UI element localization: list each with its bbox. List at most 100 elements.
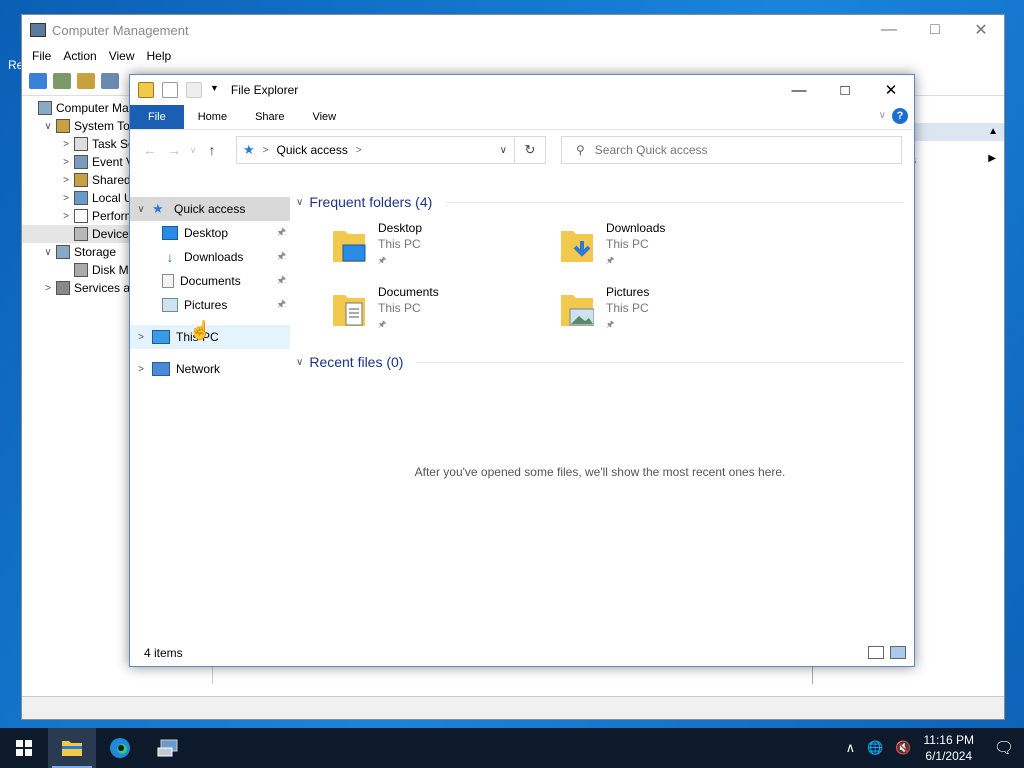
clock[interactable]: 11:16 PM 6/1/2024 [924, 732, 974, 764]
clock-time: 11:16 PM [923, 733, 974, 747]
fe-close-button[interactable]: ✕ [868, 75, 914, 105]
taskbar-edge[interactable] [96, 728, 144, 768]
tree-expand-chevron-icon[interactable]: > [60, 211, 72, 222]
nav-quick-access[interactable]: ∨ ★ Quick access [130, 197, 290, 221]
network-globe-icon[interactable]: 🌐 [867, 740, 883, 756]
tree-expand-chevron-icon[interactable]: > [60, 139, 72, 150]
expand-right-icon[interactable]: ▶ [988, 153, 996, 164]
address-dropdown-icon[interactable]: ∨ [500, 145, 507, 156]
quick-access-star-icon: ★ [243, 142, 255, 157]
taskbar-file-explorer[interactable] [48, 728, 96, 768]
nav-desktop-label: Desktop [184, 226, 229, 240]
up-button[interactable]: ↑ [200, 142, 224, 158]
folder-tile-documents[interactable]: Documents This PC 🖈 [292, 285, 492, 341]
tree-expand-chevron-icon[interactable]: > [60, 193, 72, 204]
cm-close-button[interactable]: ✕ [958, 15, 1004, 45]
file-explorer-window[interactable]: ▼ File Explorer — □ ✕ File Home Share Vi… [129, 74, 915, 667]
fe-minimize-button[interactable]: — [776, 75, 822, 105]
expand-chevron-icon[interactable]: ∨ [130, 204, 152, 215]
recent-locations-chevron-icon[interactable]: ∨ [186, 146, 200, 155]
customize-toolbar-chevron-icon[interactable]: ▼ [210, 83, 219, 97]
tab-view[interactable]: View [298, 105, 350, 129]
nav-quick-access-label: Quick access [174, 202, 246, 216]
fe-maximize-button[interactable]: □ [822, 75, 868, 105]
tab-file[interactable]: File [130, 105, 184, 129]
breadcrumb-chevron-icon[interactable]: > [263, 145, 269, 156]
back-arrow-icon[interactable] [29, 73, 47, 89]
pin-icon: 🖈 [276, 250, 286, 262]
tab-share[interactable]: Share [241, 105, 298, 129]
tree-expand-chevron-icon[interactable]: ∨ [42, 247, 54, 258]
help-icon[interactable]: ? [892, 108, 908, 124]
collapse-up-icon[interactable]: ▲ [988, 126, 998, 137]
nav-pinned-desktop[interactable]: Desktop 🖈 [130, 221, 290, 245]
tree-node-icon [74, 191, 88, 205]
nav-pinned-documents[interactable]: Documents 🖈 [130, 269, 290, 293]
nav-network-label: Network [176, 362, 221, 376]
cm-menu-help[interactable]: Help [141, 49, 178, 63]
expand-chevron-icon[interactable]: > [130, 364, 152, 375]
tree-expand-chevron-icon[interactable]: > [42, 283, 54, 294]
search-input[interactable] [592, 142, 877, 158]
cm-maximize-button[interactable]: □ [912, 15, 958, 45]
frequent-folders-header[interactable]: ∨ Frequent folders (4) [296, 191, 908, 213]
tree-expand-chevron-icon[interactable]: > [60, 157, 72, 168]
file-explorer-icon[interactable] [138, 82, 154, 98]
cm-minimize-button[interactable]: — [866, 15, 912, 45]
refresh-button[interactable]: ↻ [514, 137, 545, 163]
item-count: 4 items [144, 646, 183, 660]
recent-files-title: Recent files (0) [309, 354, 404, 370]
collapse-chevron-icon[interactable]: ∨ [296, 197, 303, 208]
cm-menu-action[interactable]: Action [57, 49, 102, 63]
tree-expand-chevron-icon[interactable]: ∨ [42, 121, 54, 132]
search-box[interactable]: ⚲ [561, 136, 902, 164]
tree-expand-chevron-icon[interactable]: > [60, 175, 72, 186]
nav-pinned-downloads[interactable]: ↓ Downloads 🖈 [130, 245, 290, 269]
show-hide-tree-icon[interactable] [101, 73, 119, 89]
pictures-icon [162, 298, 178, 312]
documents-folder-icon [333, 295, 365, 326]
address-bar[interactable]: ★ > Quick access > ∨ ↻ [236, 136, 546, 164]
new-folder-icon[interactable] [186, 82, 202, 98]
edge-browser-icon [110, 738, 130, 758]
pin-icon: 🖈 [606, 255, 615, 265]
folder-tile-pictures[interactable]: Pictures This PC 🖈 [520, 285, 720, 341]
fe-title-bar[interactable]: ▼ File Explorer — □ ✕ [130, 75, 914, 105]
recent-files-header[interactable]: ∨ Recent files (0) [296, 351, 908, 373]
cm-menu-view[interactable]: View [103, 49, 141, 63]
forward-button[interactable]: → [162, 142, 186, 158]
folder-location: This PC [606, 237, 649, 251]
expand-chevron-icon[interactable]: > [130, 332, 152, 343]
tree-node-icon [74, 227, 88, 241]
tab-home[interactable]: Home [184, 105, 241, 129]
nav-network[interactable]: > Network [130, 357, 290, 381]
properties-icon[interactable] [162, 82, 178, 98]
start-button[interactable] [0, 728, 48, 768]
folder-tile-downloads[interactable]: Downloads This PC 🖈 [520, 221, 720, 277]
breadcrumb-quick-access[interactable]: Quick access [277, 143, 348, 157]
nav-pinned-pictures[interactable]: Pictures 🖈 [130, 293, 290, 317]
details-view-icon[interactable] [868, 646, 884, 659]
large-icons-view-icon[interactable] [890, 646, 906, 659]
forward-arrow-icon[interactable] [53, 73, 71, 89]
downloads-arrow-icon: ↓ [166, 249, 174, 265]
back-button[interactable]: ← [138, 142, 162, 158]
folder-tile-desktop[interactable]: Desktop This PC 🖈 [292, 221, 492, 277]
show-hidden-icons-chevron[interactable]: ∧ [846, 740, 856, 756]
up-folder-icon[interactable] [77, 73, 95, 89]
collapse-chevron-icon[interactable]: ∨ [296, 357, 303, 368]
system-tray: ∧ 🌐 🔇 11:16 PM 6/1/2024 🗨 [840, 728, 1024, 768]
folder-icon [62, 741, 82, 756]
cm-tree-item-label: Storage [74, 245, 117, 259]
notification-center-icon[interactable]: 🗨 [984, 728, 1024, 768]
taskbar-computer-management[interactable] [144, 728, 192, 768]
desktop-folder-icon [333, 231, 366, 262]
breadcrumb-chevron-icon[interactable]: > [356, 145, 362, 156]
expand-ribbon-icon[interactable]: ∨ [879, 110, 886, 121]
cm-title-bar[interactable]: Computer Management [22, 15, 1004, 45]
nav-documents-label: Documents [180, 274, 241, 288]
computer-management-icon [157, 739, 178, 757]
cm-menu-file[interactable]: File [26, 49, 57, 63]
navigation-pane: ∨ ★ Quick access Desktop 🖈 ↓ Downloads 🖈… [130, 187, 290, 637]
volume-muted-icon[interactable]: 🔇 [895, 740, 911, 756]
